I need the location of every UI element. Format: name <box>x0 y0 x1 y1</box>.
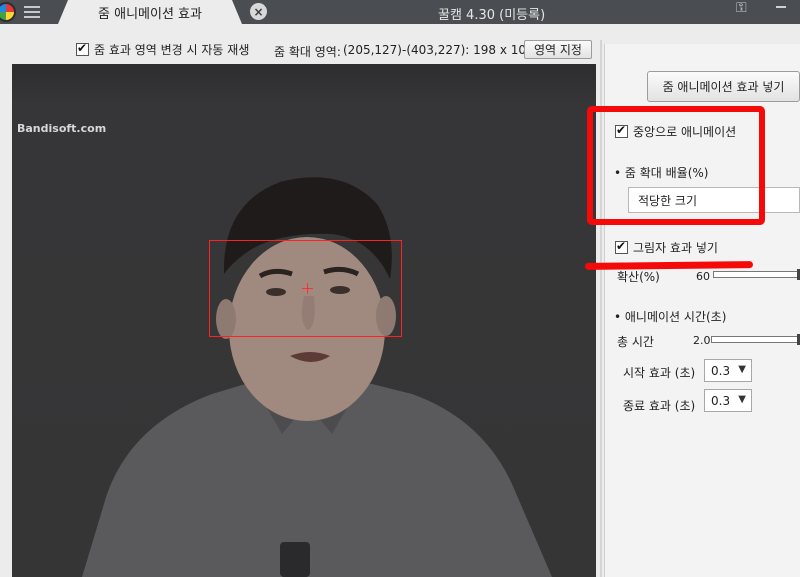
insert-zoom-effect-button[interactable]: 줌 애니메이션 효과 넣기 <box>647 71 800 102</box>
video-preview[interactable]: Bandisoft.com <box>12 64 596 577</box>
key-icon[interactable]: ⚿ <box>736 0 758 16</box>
start-effect-dropdown[interactable]: 0.3 ▼ <box>704 359 752 382</box>
minimize-button[interactable] <box>772 0 792 14</box>
spread-slider[interactable] <box>713 269 800 280</box>
menu-icon[interactable] <box>24 4 40 20</box>
shadow-effect-label: 그림자 효과 넣기 <box>633 241 718 255</box>
close-icon[interactable]: × <box>250 3 267 20</box>
chevron-down-icon: ▼ <box>738 394 746 405</box>
shadow-effect-checkbox[interactable]: 그림자 효과 넣기 <box>615 239 718 256</box>
zoom-area-label: 줌 확대 영역: <box>274 45 341 59</box>
auto-play-label: 줌 효과 영역 변경 시 자동 재생 <box>94 43 250 57</box>
end-effect-dropdown[interactable]: 0.3 ▼ <box>704 389 752 412</box>
chevron-down-icon: ▼ <box>738 364 746 375</box>
spread-label: 확산(%) <box>617 270 660 284</box>
minimize-icon <box>776 6 786 8</box>
set-area-button[interactable]: 영역 지정 <box>524 40 592 59</box>
total-time-slider[interactable] <box>711 334 800 345</box>
app-title: 꿀캠 4.30 (미등록) <box>438 8 546 23</box>
tab-zoom-animation[interactable]: 줌 애니메이션 효과 <box>58 0 242 24</box>
spread-value: 60 <box>696 270 710 283</box>
watermark-text: Bandisoft.com <box>17 122 107 135</box>
annotation-highlight-box <box>587 106 765 225</box>
checkbox-checked-icon[interactable] <box>76 41 89 56</box>
total-time-value: 2.0 <box>693 334 711 347</box>
end-effect-value: 0.3 <box>711 393 731 408</box>
zoom-area-value: (205,127)-(403,227): 198 x 100 <box>343 43 534 57</box>
end-effect-label: 종료 효과 (초) <box>623 399 696 413</box>
total-time-label: 총 시간 <box>617 335 654 349</box>
animation-time-label: • 애니메이션 시간(초) <box>614 310 727 324</box>
tab-label: 줌 애니메이션 효과 <box>98 6 202 22</box>
auto-play-checkbox[interactable]: 줌 효과 영역 변경 시 자동 재생 <box>76 41 249 58</box>
start-effect-label: 시작 효과 (초) <box>623 366 696 380</box>
start-effect-value: 0.3 <box>711 363 731 378</box>
crosshair-vertical <box>307 283 308 294</box>
app-logo-icon[interactable] <box>0 2 16 22</box>
title-bar: 줌 애니메이션 효과 × 꿀캠 4.30 (미등록) ⚿ <box>0 0 800 24</box>
checkbox-checked-icon[interactable] <box>615 239 628 254</box>
zoom-toolbar: 줌 효과 영역 변경 시 자동 재생 줌 확대 영역: (205,127)-(4… <box>0 38 600 60</box>
